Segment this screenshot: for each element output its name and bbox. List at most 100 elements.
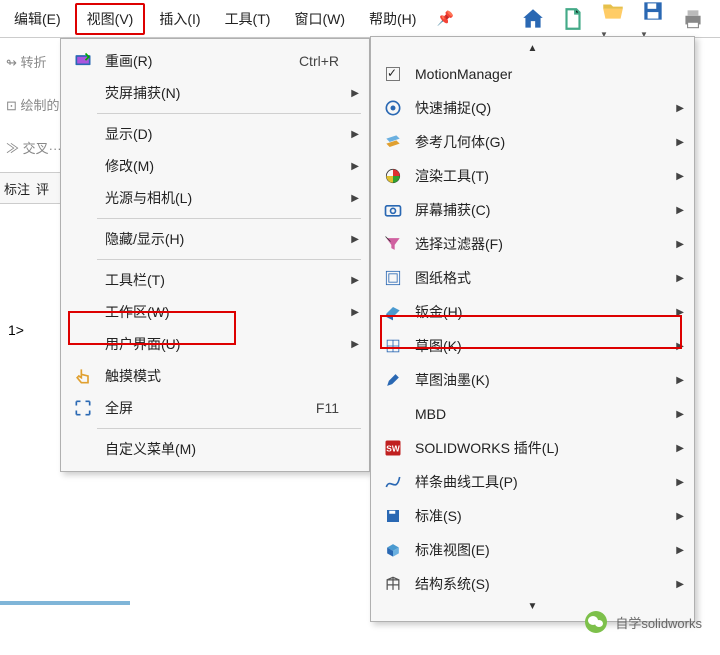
menu-customize-label: 自定义菜单(M) [105, 439, 359, 459]
fullscreen-icon [71, 396, 95, 420]
sw-icon: SW [381, 436, 405, 460]
blank-icon [71, 300, 95, 324]
submenu-arrow-icon: ▶ [676, 579, 684, 590]
home-icon[interactable] [520, 6, 546, 32]
sub-selectfilter[interactable]: 选择过滤器(F) ▶ [371, 227, 694, 261]
print-icon[interactable] [680, 6, 706, 32]
submenu-arrow-icon: ▶ [676, 341, 684, 352]
touch-icon [71, 364, 95, 388]
render-icon [381, 164, 405, 188]
sub-render[interactable]: 渲染工具(T) ▶ [371, 159, 694, 193]
menubar: 编辑(E) 视图(V) 插入(I) 工具(T) 窗口(W) 帮助(H) 📌 ▼ … [0, 0, 720, 38]
open-icon[interactable]: ▼ [600, 0, 626, 40]
pin-icon[interactable]: 📌 [436, 10, 453, 27]
tab-annotate[interactable]: 标注 [4, 179, 30, 198]
sub-stdviews[interactable]: 标准视图(E) ▶ [371, 533, 694, 567]
separator [97, 428, 361, 429]
sub-addins[interactable]: SW SOLIDWORKS 插件(L) ▶ [371, 431, 694, 465]
menu-help[interactable]: 帮助(H) [359, 5, 426, 33]
tab-evaluate[interactable]: 评 [36, 179, 49, 198]
sub-filter-label: 选择过滤器(F) [415, 234, 684, 254]
scroll-up-icon[interactable]: ▲ [371, 43, 694, 57]
menu-edit[interactable]: 编辑(E) [4, 5, 71, 33]
menu-lights[interactable]: 光源与相机(L) ▶ [61, 182, 369, 214]
new-doc-icon[interactable] [560, 6, 586, 32]
submenu-arrow-icon: ▶ [676, 511, 684, 522]
menu-redraw[interactable]: 重画(R) Ctrl+R [61, 45, 369, 77]
view-menu-dropdown: 重画(R) Ctrl+R 荧屏捕获(N) ▶ 显示(D) ▶ 修改(M) ▶ 光… [60, 38, 370, 472]
menu-ui-label: 用户界面(U) [105, 334, 359, 354]
submenu-arrow-icon: ▶ [676, 307, 684, 318]
blank-icon [71, 227, 95, 251]
sub-spline-label: 样条曲线工具(P) [415, 472, 684, 492]
submenu-arrow-icon: ▶ [676, 103, 684, 114]
menu-lights-label: 光源与相机(L) [105, 188, 359, 208]
save-icon[interactable]: ▼ [640, 0, 666, 40]
sub-screencap[interactable]: 屏幕捕获(C) ▶ [371, 193, 694, 227]
sub-sheetmetal-label: 钣金(H) [415, 302, 684, 322]
blank-icon [71, 332, 95, 356]
sub-structure[interactable]: 结构系统(S) ▶ [371, 567, 694, 601]
sub-refgeom-label: 参考几何体(G) [415, 132, 684, 152]
tree-item[interactable]: 1> [4, 320, 28, 340]
sub-screencap-label: 屏幕捕获(C) [415, 200, 684, 220]
canvas-edge [0, 601, 130, 605]
menu-customize[interactable]: 自定义菜单(M) [61, 433, 369, 465]
sub-quicksnap[interactable]: 快速捕捉(Q) ▶ [371, 91, 694, 125]
submenu-arrow-icon: ▶ [351, 339, 359, 350]
menu-hide-show[interactable]: 隐藏/显示(H) ▶ [61, 223, 369, 255]
menu-insert[interactable]: 插入(I) [149, 5, 210, 33]
footer-attribution: 自学solidworks [585, 611, 702, 633]
sub-structure-label: 结构系统(S) [415, 574, 684, 594]
sub-stdviews-label: 标准视图(E) [415, 540, 684, 560]
separator [97, 259, 361, 260]
menu-toolbars[interactable]: 工具栏(T) ▶ [61, 264, 369, 296]
save-small-icon [381, 504, 405, 528]
sub-motion-label: MotionManager [415, 66, 684, 82]
refresh-icon [71, 49, 95, 73]
menu-fullscreen[interactable]: 全屏 F11 [61, 392, 369, 424]
menu-touch[interactable]: 触摸模式 [61, 360, 369, 392]
sub-drawingformat[interactable]: 图纸格式 ▶ [371, 261, 694, 295]
menu-workspace[interactable]: 工作区(W) ▶ [61, 296, 369, 328]
sub-refgeom[interactable]: 参考几何体(G) ▶ [371, 125, 694, 159]
menu-screencap-label: 荧屏捕获(N) [105, 83, 359, 103]
sub-sketch[interactable]: 草图(K) ▶ [371, 329, 694, 363]
blank-icon [71, 268, 95, 292]
menu-screencap[interactable]: 荧屏捕获(N) ▶ [61, 77, 369, 109]
submenu-arrow-icon: ▶ [351, 193, 359, 204]
sub-sketchink-label: 草图油墨(K) [415, 370, 684, 390]
left-item-drawn[interactable]: ⊡ 绘制的 [0, 95, 62, 114]
camera-icon [381, 198, 405, 222]
submenu-arrow-icon: ▶ [676, 443, 684, 454]
submenu-arrow-icon: ▶ [676, 239, 684, 250]
sub-spline[interactable]: 样条曲线工具(P) ▶ [371, 465, 694, 499]
menu-view[interactable]: 视图(V) [75, 3, 146, 35]
sub-sketchink[interactable]: 草图油墨(K) ▶ [371, 363, 694, 397]
menu-tools[interactable]: 工具(T) [215, 5, 281, 33]
sub-standard[interactable]: 标准(S) ▶ [371, 499, 694, 533]
submenu-arrow-icon: ▶ [676, 375, 684, 386]
submenu-arrow-icon: ▶ [351, 307, 359, 318]
sub-addins-label: SOLIDWORKS 插件(L) [415, 438, 684, 458]
menu-window[interactable]: 窗口(W) [284, 5, 355, 33]
spline-icon [381, 470, 405, 494]
menu-ui[interactable]: 用户界面(U) ▶ [61, 328, 369, 360]
sub-mbd[interactable]: MBD ▶ [371, 397, 694, 431]
sub-sheetmetal[interactable]: 钣金(H) ▶ [371, 295, 694, 329]
menu-hide-show-label: 隐藏/显示(H) [105, 229, 359, 249]
target-icon [381, 96, 405, 120]
submenu-arrow-icon: ▶ [676, 137, 684, 148]
left-item-cross[interactable]: ≫ 交叉··· [0, 138, 62, 157]
menu-touch-label: 触摸模式 [105, 366, 359, 386]
sub-motionmanager[interactable]: MotionManager [371, 57, 694, 91]
toolbars-submenu: ▲ MotionManager 快速捕捉(Q) ▶ 参考几何体(G) ▶ 渲染工… [370, 36, 695, 622]
sub-sketch-label: 草图(K) [415, 336, 684, 356]
menu-modify[interactable]: 修改(M) ▶ [61, 150, 369, 182]
pen-icon [381, 368, 405, 392]
separator [97, 218, 361, 219]
blank-icon [71, 154, 95, 178]
menu-display[interactable]: 显示(D) ▶ [61, 118, 369, 150]
left-item-break[interactable]: ↬ 转折 [0, 52, 62, 71]
menu-redraw-label: 重画(R) [105, 51, 299, 71]
